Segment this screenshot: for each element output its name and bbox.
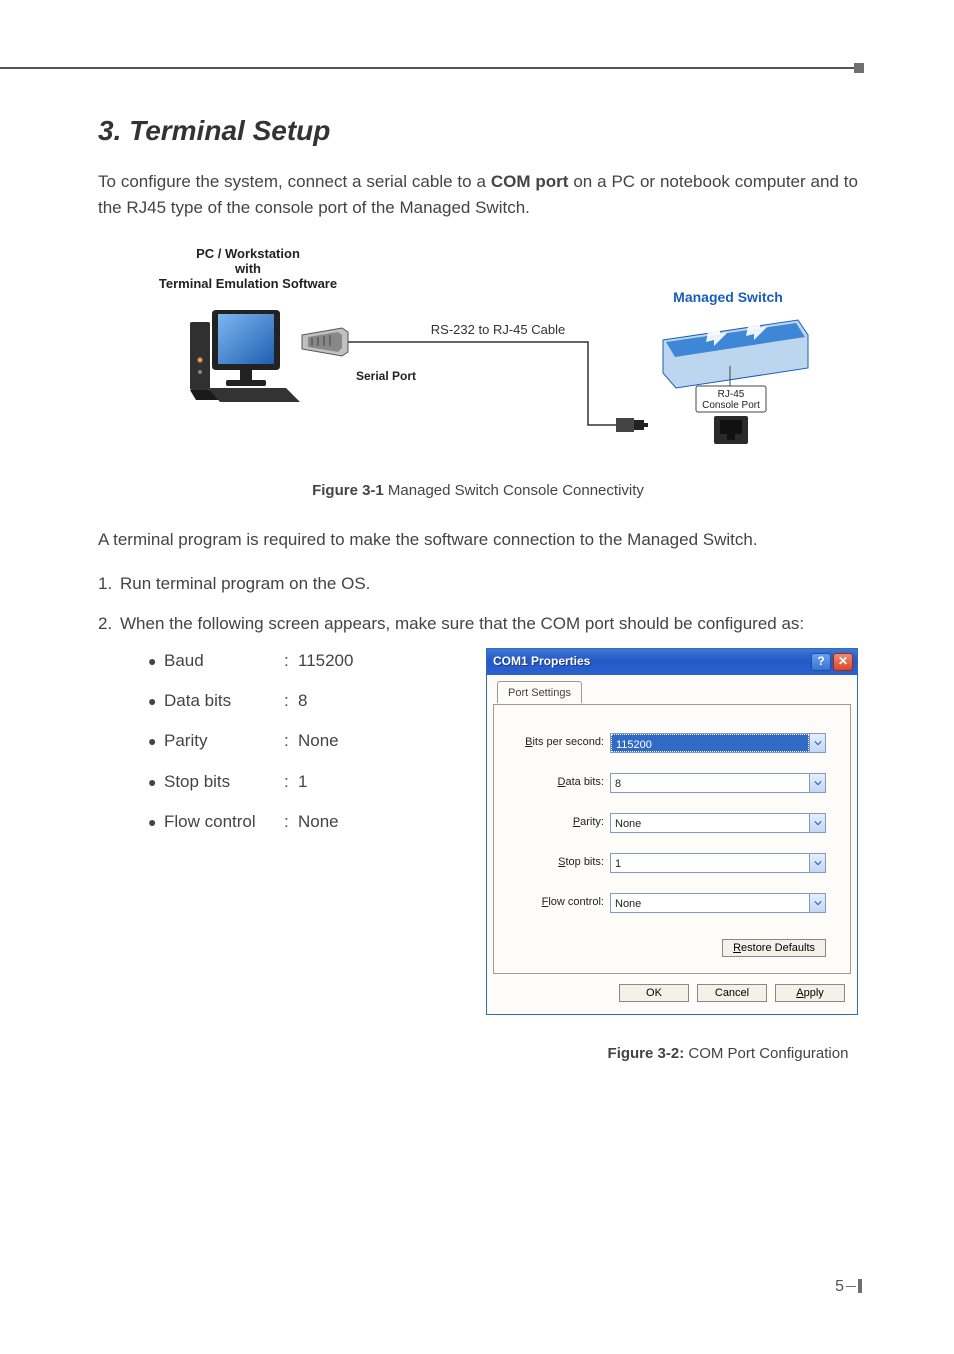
com1-properties-dialog: COM1 Properties ? ✕ Port Settings [486,648,858,1015]
apply-button[interactable]: Apply [775,984,845,1002]
field-flow-control: Flow control: None [518,893,826,913]
ok-button[interactable]: OK [619,984,689,1002]
restore-defaults-button[interactable]: Restore Defaults [722,939,826,957]
db9-connector-icon [302,328,348,356]
rj45-jack-icon [714,416,748,444]
step-2: 2.When the following screen appears, mak… [98,611,858,1015]
data-bits-combo[interactable]: 8 [610,773,826,793]
page-number-dash [846,1286,856,1288]
intro-paragraph: To configure the system, connect a seria… [98,169,858,222]
figure-3-2-caption: Figure 3-2: COM Port Configuration [553,1045,903,1062]
header-marker [854,63,864,73]
config-list: ●Baud:115200 ●Data bits:8 ●Parity:None ●… [98,648,398,1015]
field-parity: Parity: None [518,813,826,833]
post-diagram-paragraph: A terminal program is required to make t… [98,527,858,553]
stop-bits-combo[interactable]: 1 [610,853,826,873]
intro-pre: To configure the system, connect a seria… [98,172,491,191]
dialog-titlebar[interactable]: COM1 Properties ? ✕ [487,649,857,675]
figure-3-1-caption: Figure 3-1 Managed Switch Console Connec… [98,482,858,499]
chevron-down-icon[interactable] [809,894,825,912]
cable-label: RS-232 to RJ-45 Cable [431,322,565,337]
svg-text:RJ-45: RJ-45 [718,389,745,400]
help-button[interactable]: ? [811,653,831,671]
section-title: 3. Terminal Setup [98,115,858,147]
config-databits: ●Data bits:8 [148,688,398,714]
rj45-plug-icon [616,418,648,432]
connectivity-diagram: PC / Workstation with Terminal Emulation… [108,240,848,470]
field-data-bits: Data bits: 8 [518,773,826,793]
pc-label-3: Terminal Emulation Software [159,276,337,291]
flow-control-combo[interactable]: None [610,893,826,913]
managed-switch-label: Managed Switch [673,289,783,305]
config-baud: ●Baud:115200 [148,648,398,674]
page-number-bar [858,1279,862,1293]
svg-text:Console Port: Console Port [702,400,760,411]
cable-line [348,342,616,425]
step-1: 1.Run terminal program on the OS. [98,571,858,597]
parity-combo[interactable]: None [610,813,826,833]
chevron-down-icon[interactable] [809,814,825,832]
config-parity: ●Parity:None [148,728,398,754]
config-flowcontrol: ●Flow control:None [148,809,398,835]
chevron-down-icon[interactable] [809,854,825,872]
page-number: 5 [835,1278,844,1296]
bits-per-second-combo[interactable]: 115200 [610,733,826,753]
dialog-title: COM1 Properties [493,652,809,671]
config-stopbits: ●Stop bits:1 [148,769,398,795]
pc-label-2: with [234,261,261,276]
close-button[interactable]: ✕ [833,653,853,671]
managed-switch-icon [663,320,808,388]
cancel-button[interactable]: Cancel [697,984,767,1002]
header-rule [0,67,860,69]
pc-label-1: PC / Workstation [196,246,300,261]
chevron-down-icon[interactable] [809,774,825,792]
serial-port-label: Serial Port [356,369,416,383]
intro-bold: COM port [491,172,569,191]
field-bits-per-second: Bits per second: 115200 [518,733,826,753]
tab-port-settings[interactable]: Port Settings [497,681,582,703]
chevron-down-icon[interactable] [809,734,825,752]
monitor-icon [208,310,300,402]
field-stop-bits: Stop bits: 1 [518,853,826,873]
